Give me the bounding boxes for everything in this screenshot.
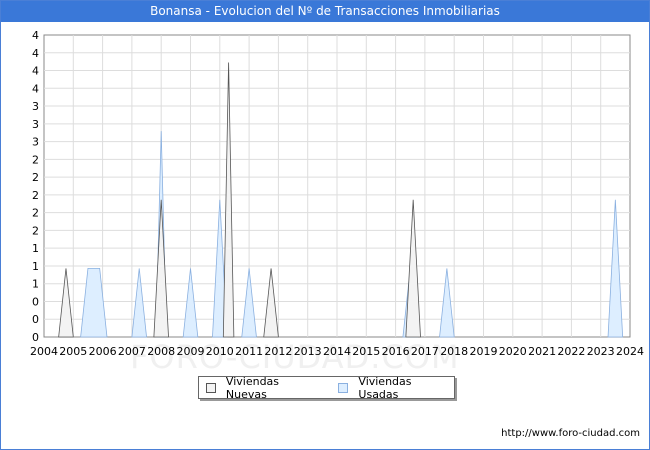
x-tick-label: 2021 (528, 345, 556, 358)
x-tick-label: 2011 (235, 345, 263, 358)
y-tick-label: 2 (32, 189, 39, 202)
y-tick-label: 3 (32, 118, 39, 131)
x-tick-label: 2023 (587, 345, 615, 358)
y-tick-label: 4 (32, 29, 39, 42)
y-tick-label: 1 (32, 242, 39, 255)
legend-swatch-nuevas (206, 382, 216, 393)
y-tick-label: 0 (32, 295, 39, 308)
y-tick-label: 0 (32, 331, 39, 344)
y-tick-label: 3 (32, 136, 39, 149)
x-tick-label: 2024 (616, 345, 644, 358)
x-tick-label: 2020 (499, 345, 527, 358)
x-tick-label: 2010 (206, 345, 234, 358)
y-tick-label: 1 (32, 278, 39, 291)
y-tick-label: 4 (32, 65, 39, 78)
grid-lines (44, 35, 630, 337)
x-tick-label: 2013 (294, 345, 322, 358)
x-tick-label: 2015 (352, 345, 380, 358)
x-tick-label: 2007 (118, 345, 146, 358)
y-tick-labels: 0 0 0 1 1 1 2 2 2 2 2 3 3 3 4 4 4 4 (32, 29, 39, 344)
x-tick-labels: 2004 2005 2006 2007 2008 2009 2010 2011 2012 2013… (30, 345, 644, 358)
y-tick-label: 4 (32, 82, 39, 95)
y-tick-label: 1 (32, 260, 39, 273)
footer-url: http://www.foro-ciudad.com (501, 428, 640, 439)
legend-label-nuevas: Viviendas Nuevas (225, 374, 280, 401)
x-tick-label: 2016 (382, 345, 410, 358)
legend-item-usadas: Viviendas Usadas (338, 375, 454, 401)
x-tick-label: 2006 (89, 345, 117, 358)
x-tick-label: 2004 (30, 345, 58, 358)
x-tick-label: 2005 (59, 345, 87, 358)
y-tick-label: 2 (32, 171, 39, 184)
legend-item-nuevas: Viviendas Nuevas (206, 375, 322, 401)
y-tick-label: 3 (32, 100, 39, 113)
x-tick-label: 2017 (411, 345, 439, 358)
y-tick-label: 2 (32, 207, 39, 220)
x-tick-label: 2018 (440, 345, 468, 358)
y-tick-label: 2 (32, 224, 39, 237)
y-tick-label: 2 (32, 153, 39, 166)
x-tick-label: 2019 (470, 345, 498, 358)
x-tick-label: 2008 (147, 345, 175, 358)
legend-swatch-usadas (338, 382, 349, 393)
legend: Viviendas Nuevas Viviendas Usadas (198, 375, 455, 401)
x-tick-label: 2022 (557, 345, 585, 358)
x-tick-label: 2009 (177, 345, 205, 358)
x-tick-label: 2012 (264, 345, 292, 358)
x-tick-label: 2014 (323, 345, 351, 358)
y-tick-label: 0 (32, 313, 39, 326)
y-tick-label: 4 (32, 47, 39, 60)
legend-label-usadas: Viviendas Usadas (358, 374, 412, 401)
